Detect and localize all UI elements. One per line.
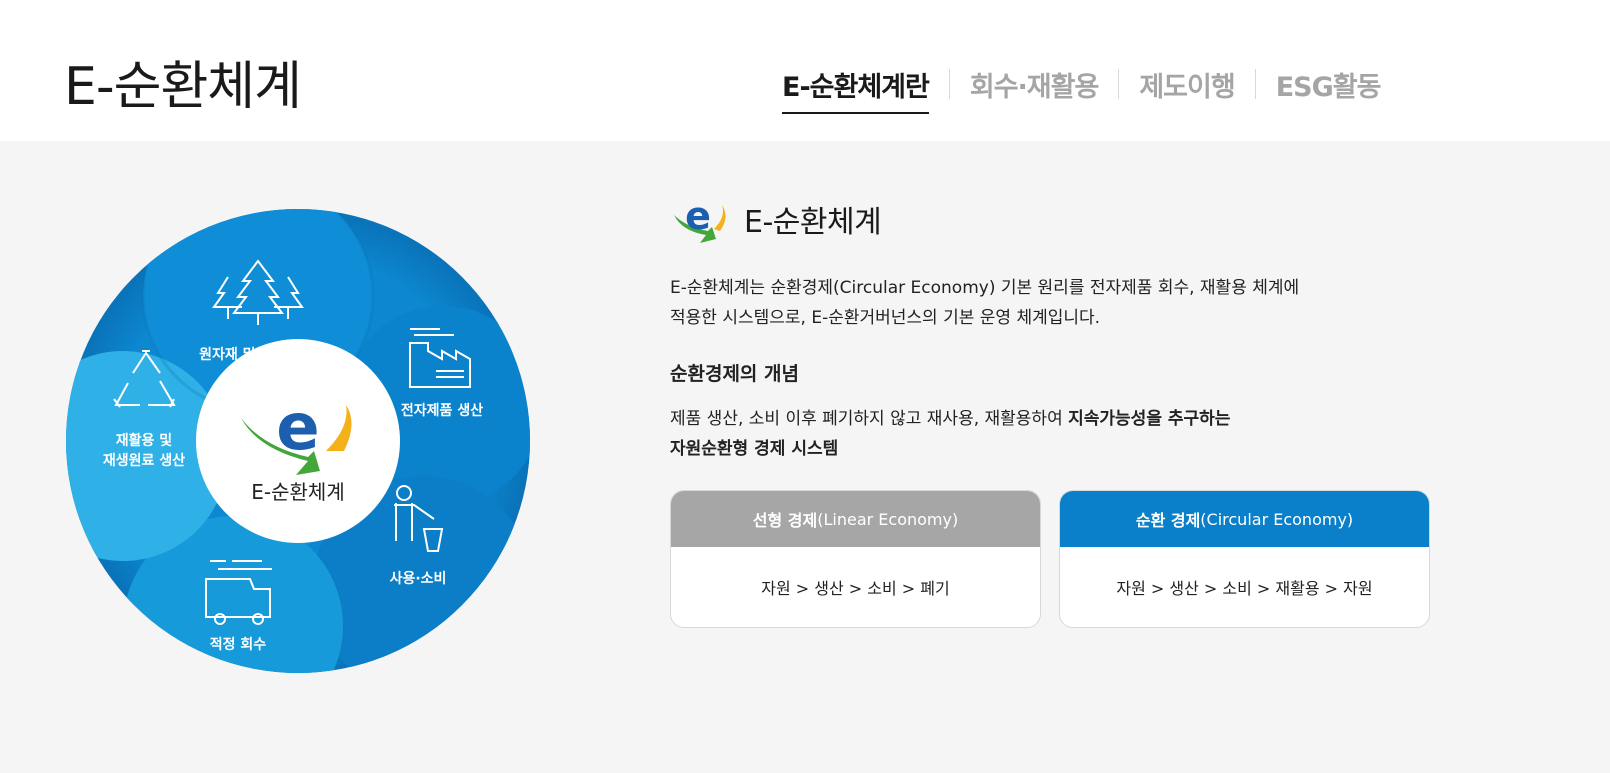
tab-bar: E-순환체계란 회수·재활용 제도이행 ESG활동 bbox=[782, 64, 1401, 114]
concept-text: 제품 생산, 소비 이후 폐기하지 않고 재사용, 재활용하여 bbox=[670, 409, 1069, 429]
main-content: e E-순환체계 원자재 및 재생 원료 전자제품 생산 사용·소비 적정 회수… bbox=[0, 141, 1610, 773]
tab-e-cycle-intro[interactable]: E-순환체계란 bbox=[782, 65, 949, 114]
circular-economy-header: 순환 경제 (Circular Economy) bbox=[1060, 491, 1429, 547]
segment-label-recycling-line1: 재활용 및 bbox=[116, 432, 173, 449]
e-logo-small-icon: e bbox=[674, 195, 726, 243]
svg-text:e: e bbox=[685, 195, 711, 238]
linear-economy-card: 선형 경제 (Linear Economy) 자원 > 생산 > 소비 > 폐기 bbox=[670, 490, 1041, 628]
linear-economy-header: 선형 경제 (Linear Economy) bbox=[671, 491, 1040, 547]
circular-economy-flow: 자원 > 생산 > 소비 > 재활용 > 자원 bbox=[1116, 578, 1373, 598]
cycle-center-label: E-순환체계 bbox=[251, 480, 344, 504]
svg-text:e: e bbox=[276, 391, 319, 465]
info-title: E-순환체계 bbox=[744, 205, 882, 240]
intro-description-line2: 적용한 시스템으로, E-순환거버넌스의 기본 운영 체계입니다. bbox=[670, 308, 1101, 328]
circular-economy-card: 순환 경제 (Circular Economy) 자원 > 생산 > 소비 > 재… bbox=[1059, 490, 1430, 628]
circular-economy-subtitle: (Circular Economy) bbox=[1200, 509, 1354, 529]
tab-esg[interactable]: ESG활동 bbox=[1256, 65, 1401, 104]
info-panel: e E-순환체계 E-순환체계는 순환경제(Circular Economy) … bbox=[670, 195, 1430, 628]
concept-description: 제품 생산, 소비 이후 폐기하지 않고 재사용, 재활용하여 지속가능성을 추… bbox=[670, 404, 1430, 464]
info-title-row: e E-순환체계 bbox=[670, 195, 1430, 243]
tab-compliance[interactable]: 제도이행 bbox=[1119, 65, 1254, 104]
header: E-순환체계 E-순환체계란 회수·재활용 제도이행 ESG활동 bbox=[0, 0, 1610, 141]
e-cycle-diagram: e E-순환체계 원자재 및 재생 원료 전자제품 생산 사용·소비 적정 회수… bbox=[66, 209, 530, 673]
segment-label-raw-materials: 원자재 및 재생 원료 bbox=[199, 346, 317, 363]
segment-label-recycling-line2: 재생원료 생산 bbox=[103, 452, 185, 469]
economy-comparison: 선형 경제 (Linear Economy) 자원 > 생산 > 소비 > 폐기 … bbox=[670, 490, 1430, 628]
intro-description-line1: E-순환체계는 순환경제(Circular Economy) 기본 원리를 전자… bbox=[670, 278, 1300, 298]
linear-economy-subtitle: (Linear Economy) bbox=[817, 509, 959, 529]
segment-label-production: 전자제품 생산 bbox=[401, 402, 483, 419]
circular-economy-title: 순환 경제 bbox=[1135, 511, 1201, 530]
segment-label-collection: 적정 회수 bbox=[210, 636, 267, 653]
concept-heading: 순환경제의 개념 bbox=[670, 363, 799, 385]
concept-emphasis-1: 지속가능성을 추구하는 bbox=[1068, 409, 1231, 429]
linear-economy-flow: 자원 > 생산 > 소비 > 폐기 bbox=[761, 578, 950, 598]
intro-description: E-순환체계는 순환경제(Circular Economy) 기본 원리를 전자… bbox=[670, 273, 1390, 333]
linear-economy-title: 선형 경제 bbox=[752, 511, 818, 530]
tab-collection-recycling[interactable]: 회수·재활용 bbox=[950, 65, 1118, 104]
concept-emphasis-2: 자원순환형 경제 시스템 bbox=[670, 439, 839, 459]
segment-label-consumption: 사용·소비 bbox=[390, 571, 447, 587]
page-title: E-순환체계 bbox=[64, 57, 302, 117]
